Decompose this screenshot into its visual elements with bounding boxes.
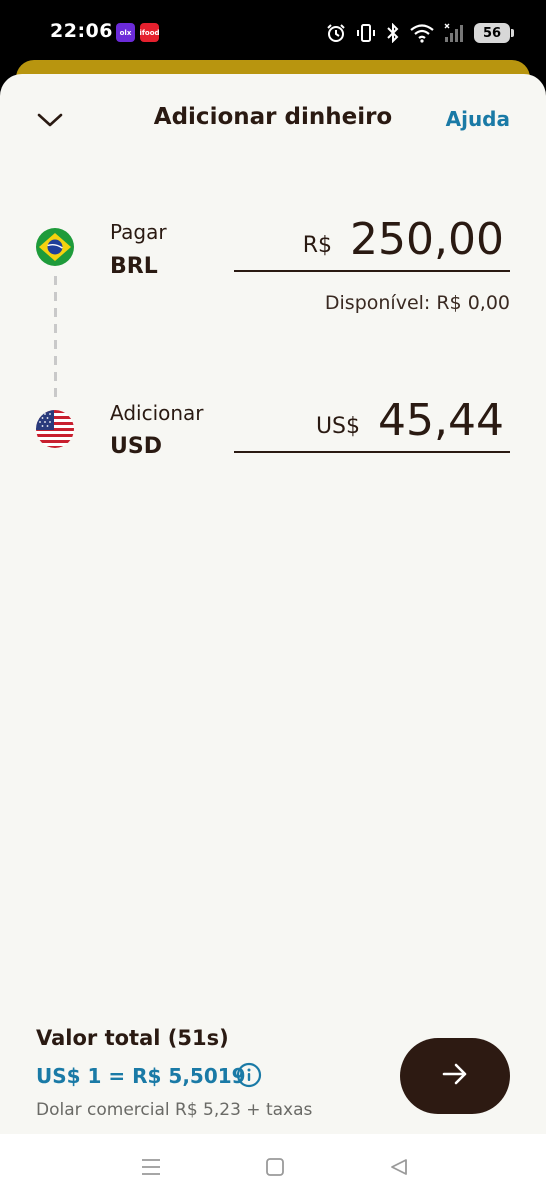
alarm-icon — [326, 23, 346, 43]
home-icon[interactable] — [262, 1154, 288, 1180]
signal-icon — [444, 23, 464, 43]
pay-currency-code: BRL — [110, 254, 158, 279]
status-time: 22:06 — [50, 20, 113, 42]
pay-amount-field[interactable]: R$ 250,00 — [234, 212, 510, 272]
add-label: Adicionar — [110, 401, 204, 425]
brazil-flag-icon — [36, 228, 74, 266]
help-link[interactable]: Ajuda — [446, 107, 510, 131]
battery-icon: 56 — [474, 23, 514, 43]
ifood-app-icon: ifood — [139, 23, 160, 42]
available-balance: Disponível: R$ 0,00 — [324, 292, 510, 314]
status-bar: 22:06 olx ifood 56 — [0, 0, 546, 64]
recent-apps-icon[interactable] — [138, 1154, 164, 1180]
pay-amount-value: 250,00 — [350, 214, 504, 265]
olx-app-icon: olx — [116, 23, 135, 42]
exchange-rate: US$ 1 = R$ 5,5019 — [36, 1064, 246, 1088]
continue-button[interactable] — [400, 1038, 510, 1114]
system-nav-bar — [0, 1134, 546, 1200]
fees-note: Dolar comercial R$ 5,23 + taxas — [36, 1100, 313, 1120]
pay-currency-symbol: R$ — [302, 233, 333, 258]
back-icon[interactable] — [386, 1154, 412, 1180]
total-title: Valor total (51s) — [36, 1026, 229, 1050]
bluetooth-icon — [386, 23, 400, 43]
info-icon[interactable] — [236, 1062, 262, 1088]
connector-line — [54, 276, 57, 400]
status-icons: 56 — [326, 20, 514, 46]
add-currency-code: USD — [110, 434, 162, 459]
arrow-right-icon — [441, 1062, 469, 1090]
wifi-icon — [410, 23, 434, 43]
add-money-sheet: Adicionar dinheiro Ajuda Pagar BRL R$ 25… — [0, 74, 546, 1134]
add-currency-symbol: US$ — [315, 414, 361, 439]
usa-flag-icon — [36, 410, 74, 448]
pay-label: Pagar — [110, 220, 167, 244]
add-amount-value: 45,44 — [378, 395, 504, 446]
vibrate-icon — [356, 23, 376, 43]
add-amount-field[interactable]: US$ 45,44 — [234, 393, 510, 453]
